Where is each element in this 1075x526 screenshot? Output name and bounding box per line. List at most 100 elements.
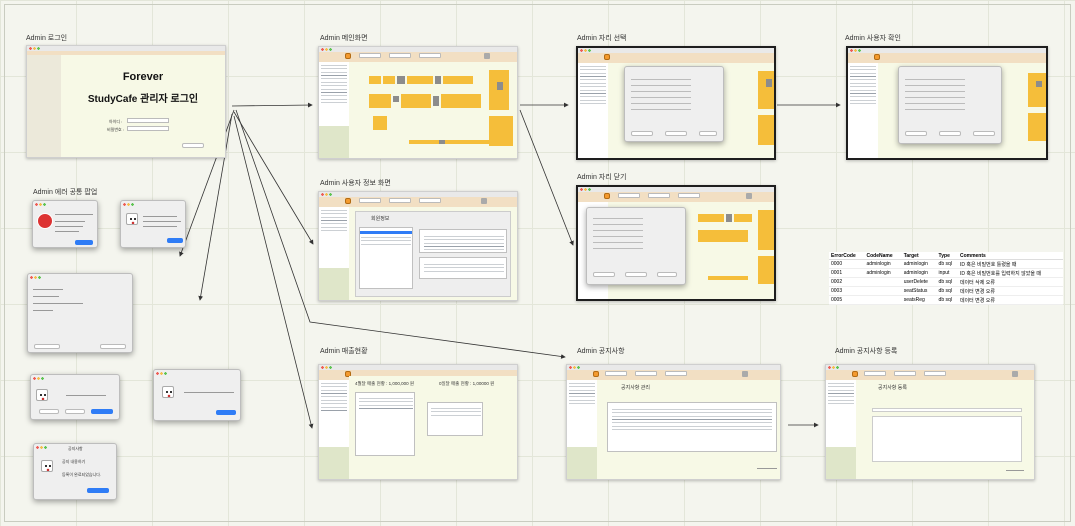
popup-option-button-2[interactable] xyxy=(65,409,85,414)
tab-seats[interactable] xyxy=(605,371,627,376)
popup-option-button-1[interactable] xyxy=(39,409,59,414)
tab-sales[interactable] xyxy=(665,371,687,376)
window-controls[interactable] xyxy=(321,366,333,369)
col-comments: Comments xyxy=(957,252,1063,260)
app-logo-icon xyxy=(604,54,610,60)
dialog-button-1[interactable] xyxy=(905,131,927,136)
popup-text-line xyxy=(55,226,83,227)
tab-sales[interactable] xyxy=(419,53,441,58)
window-controls[interactable] xyxy=(123,203,135,206)
popup-confirm-button[interactable] xyxy=(91,409,113,414)
popup-confirm-button[interactable] xyxy=(75,240,93,245)
tab-users[interactable] xyxy=(389,198,411,203)
table-header-row: ErrorCode CodeName Target Type Comments xyxy=(829,252,1063,260)
popup-text-line xyxy=(33,296,59,297)
popup-text-line xyxy=(143,226,177,227)
sidebar-list xyxy=(580,64,606,104)
window-controls[interactable] xyxy=(29,47,41,50)
window-controls[interactable] xyxy=(580,188,592,191)
dialog-button-2[interactable] xyxy=(665,131,687,136)
tab-seats[interactable] xyxy=(864,371,886,376)
popup-confirm-button[interactable] xyxy=(167,238,183,243)
window-controls[interactable] xyxy=(33,377,45,380)
settings-icon[interactable] xyxy=(746,193,752,199)
window-controls[interactable] xyxy=(30,276,42,279)
tab-seats[interactable] xyxy=(618,193,640,198)
popup-ok-button[interactable] xyxy=(100,344,126,349)
popup-text-line xyxy=(33,310,53,311)
user-info-screen: 회원정보 xyxy=(318,191,518,301)
popup-notice-delete xyxy=(153,369,241,421)
label-sales: Admin 매출현황 xyxy=(320,348,368,355)
tab-users[interactable] xyxy=(635,371,657,376)
table-row: 0000 adminlogin adminlogin db sql ID 혹은 비밀번호… xyxy=(829,259,1063,269)
popup-user-edit xyxy=(27,273,133,353)
window-controls[interactable] xyxy=(569,366,581,369)
login-id-input[interactable] xyxy=(127,118,169,123)
window-controls[interactable] xyxy=(35,203,47,206)
warning-face-icon xyxy=(36,389,48,401)
error-code-table: ErrorCode CodeName Target Type Comments … xyxy=(829,252,1063,305)
window-controls[interactable] xyxy=(36,446,48,449)
settings-icon[interactable] xyxy=(484,53,490,59)
tab-users[interactable] xyxy=(648,193,670,198)
arrow-main-to-seatclose xyxy=(519,109,574,246)
notice-register-link[interactable] xyxy=(1006,470,1024,471)
popup-text-line xyxy=(143,216,177,217)
app-logo-icon xyxy=(874,54,880,60)
notice-register-title: 공지사항 등록 xyxy=(878,385,907,391)
settings-icon[interactable] xyxy=(742,371,748,377)
notice-body-textarea[interactable] xyxy=(872,416,1022,462)
tab-users[interactable] xyxy=(894,371,916,376)
notice-action-link[interactable] xyxy=(757,468,777,469)
dialog-button-1[interactable] xyxy=(593,272,615,277)
login-side-panel xyxy=(27,55,61,157)
dialog-button-3[interactable] xyxy=(699,131,717,136)
window-controls[interactable] xyxy=(850,49,862,52)
tab-seats[interactable] xyxy=(359,198,381,203)
table-row: 0001 adminlogin adminlogin input ID 혹은 비밀번호를… xyxy=(829,268,1063,278)
window-controls[interactable] xyxy=(828,366,840,369)
login-title-line1: Forever xyxy=(122,71,164,83)
tab-sales[interactable] xyxy=(678,193,700,198)
dialog-button-3[interactable] xyxy=(973,131,995,136)
window-controls[interactable] xyxy=(156,372,168,375)
day-sales-list xyxy=(427,402,483,436)
popup-notice-line1: 공지 내용하기 xyxy=(62,459,86,464)
sales-content: 4월달 매출 현황 : 1,000,000 원 0일달 매출 현황 : 1,00… xyxy=(349,376,517,479)
popup-confirm-button[interactable] xyxy=(87,488,109,493)
dialog-button-2[interactable] xyxy=(939,131,961,136)
popup-confirm-button[interactable] xyxy=(216,410,236,415)
window-controls[interactable] xyxy=(580,49,592,52)
table-row: 0005 seatsReg db sql 데이터 변경 오류 xyxy=(829,295,1063,305)
tab-sales[interactable] xyxy=(419,198,441,203)
window-controls[interactable] xyxy=(321,193,333,196)
seat-close-dialog xyxy=(586,207,686,285)
seat-map xyxy=(349,62,517,158)
label-user-confirm: Admin 사용자 확인 xyxy=(845,35,901,42)
label-seat-select: Admin 자리 선택 xyxy=(577,35,627,42)
notice-register-content: 공지사항 등록 xyxy=(856,380,1034,479)
settings-icon[interactable] xyxy=(481,198,487,204)
tab-users[interactable] xyxy=(389,53,411,58)
dialog-button-3[interactable] xyxy=(657,272,677,277)
popup-text-line xyxy=(143,221,181,222)
dialog-button-1[interactable] xyxy=(631,131,653,136)
dialog-button-2[interactable] xyxy=(625,272,647,277)
label-main: Admin 메인화면 xyxy=(320,35,368,42)
settings-icon[interactable] xyxy=(1012,371,1018,377)
tab-seats[interactable] xyxy=(359,53,381,58)
popup-notice-line2: 등록이 완료되었습니다. xyxy=(62,472,102,477)
notice-title-input[interactable] xyxy=(872,408,1022,412)
popup-cancel-button[interactable] xyxy=(34,344,60,349)
col-codename: CodeName xyxy=(864,252,902,260)
label-user-info: Admin 사용자 정보 화면 xyxy=(320,180,391,187)
login-button[interactable] xyxy=(182,143,204,148)
login-pw-input[interactable] xyxy=(127,126,169,131)
window-controls[interactable] xyxy=(321,48,333,51)
popup-notice-registered: 공지사항 공지 내용하기 등록이 완료되었습니다. xyxy=(33,443,117,500)
tab-sales[interactable] xyxy=(924,371,946,376)
sidebar-footer xyxy=(319,126,349,158)
login-screen: Forever StudyCafe 관리자 로그인 아이디 : 비밀번호 : xyxy=(26,45,226,158)
label-notice-register: Admin 공지사항 등록 xyxy=(835,348,898,355)
